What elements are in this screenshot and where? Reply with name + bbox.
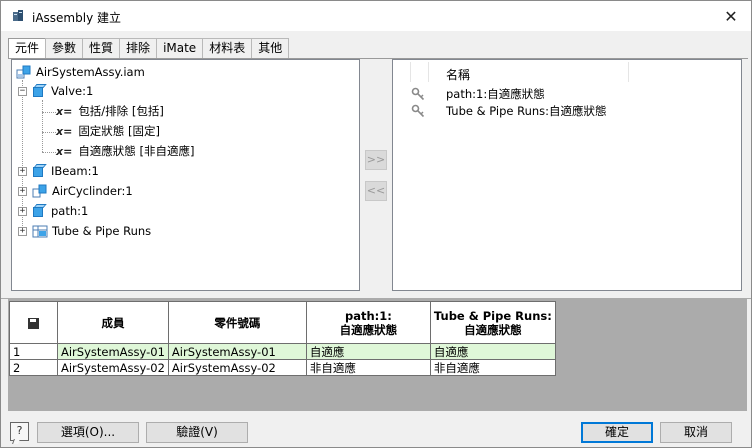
tree-item-valve[interactable]: Valve:1: [32, 82, 93, 100]
part-cube-icon: [32, 84, 47, 98]
options-button[interactable]: 選項(O)...: [37, 422, 139, 443]
grid-corner[interactable]: [9, 301, 58, 344]
tab-properties[interactable]: 性質: [82, 38, 121, 58]
tree-item-label: Valve:1: [51, 84, 94, 98]
tree-item-label: Tube & Pipe Runs: [52, 224, 152, 238]
tree-item-root[interactable]: AirSystemAssy.iam: [16, 63, 145, 81]
assembly-icon: [16, 65, 31, 79]
grid-header-member[interactable]: 成員: [57, 301, 169, 344]
table-row[interactable]: 1 AirSystemAssy-01 AirSystemAssy-01 自適應 …: [9, 343, 556, 360]
tree-item-label: 固定狀態 [固定]: [78, 124, 160, 138]
tree-line: [42, 100, 43, 152]
cell-member[interactable]: AirSystemAssy-01: [57, 343, 169, 360]
list-header: 名稱: [393, 62, 741, 82]
tree-line: [42, 152, 56, 153]
collapse-icon[interactable]: −: [18, 87, 27, 96]
grid-header-tube-adaptive[interactable]: Tube & Pipe Runs: 自適應狀態: [429, 301, 556, 344]
list-column-name[interactable]: 名稱: [446, 66, 470, 83]
verify-button[interactable]: 驗證(V): [146, 422, 248, 443]
tree-item-adaptive-status[interactable]: x= 自適應狀態 [非自適應]: [56, 142, 194, 160]
list-item[interactable]: Tube & Pipe Runs:自適應狀態: [393, 102, 741, 120]
grid-header-path-adaptive[interactable]: path:1: 自適應狀態: [305, 301, 431, 344]
member-grid[interactable]: 成員 零件號碼 path:1: 自適應狀態 Tube & Pipe Runs: …: [9, 301, 556, 376]
tree-item-label: 包括/排除 [包括]: [78, 104, 164, 118]
table-columns-list[interactable]: 名稱 path:1:自適應狀態 Tube & Pipe Runs:自適應狀態: [392, 59, 742, 291]
parameter-icon: x=: [56, 104, 73, 118]
tree-item-grounded-status[interactable]: x= 固定狀態 [固定]: [56, 122, 160, 140]
row-index[interactable]: 1: [9, 343, 58, 360]
tab-parameters[interactable]: 參數: [45, 38, 84, 58]
tab-other[interactable]: 其他: [251, 38, 290, 58]
tab-strip: 元件 參數 性質 排除 iMate 材料表 其他: [8, 38, 290, 59]
part-cube-icon: [32, 204, 47, 218]
dialog-window: iAssembly 建立 ✕ 元件 參數 性質 排除 iMate 材料表 其他 …: [0, 0, 752, 448]
tab-imate[interactable]: iMate: [156, 38, 204, 58]
tree-item-label: IBeam:1: [51, 164, 99, 178]
expand-icon[interactable]: +: [18, 227, 27, 236]
subassembly-icon: [32, 184, 47, 198]
cell-path-adaptive[interactable]: 非自適應: [305, 359, 431, 376]
tree-item-label: AirCyclinder:1: [52, 184, 133, 198]
table-row[interactable]: 2 AirSystemAssy-02 AirSystemAssy-02 非自適應…: [9, 359, 556, 376]
grid-header-row: 成員 零件號碼 path:1: 自適應狀態 Tube & Pipe Runs: …: [9, 301, 556, 344]
cell-path-adaptive[interactable]: 自適應: [305, 343, 431, 360]
cell-part-number[interactable]: AirSystemAssy-01: [167, 343, 307, 360]
list-item[interactable]: path:1:自適應狀態: [393, 85, 741, 103]
key-icon: [411, 104, 425, 118]
list-item-label: path:1:自適應狀態: [446, 87, 545, 101]
window-title: iAssembly 建立: [32, 11, 121, 25]
tree-item-include-exclude[interactable]: x= 包括/排除 [包括]: [56, 102, 164, 120]
tree-item-label: 自適應狀態 [非自適應]: [78, 144, 195, 158]
title-bar: iAssembly 建立 ✕: [1, 1, 751, 31]
grid-header-part-number[interactable]: 零件號碼: [167, 301, 307, 344]
parameter-icon: x=: [56, 124, 73, 138]
tab-bom[interactable]: 材料表: [202, 38, 253, 58]
add-to-table-button[interactable]: >>: [365, 150, 387, 170]
cell-member[interactable]: AirSystemAssy-02: [57, 359, 169, 376]
part-cube-icon: [32, 164, 47, 178]
close-icon[interactable]: ✕: [711, 1, 751, 31]
component-tree[interactable]: AirSystemAssy.iam − Valve:1 x= 包括/排除 [包括…: [11, 59, 360, 291]
tree-item-label: path:1: [51, 204, 89, 218]
save-icon: [28, 317, 39, 329]
tree-item-aircylinder[interactable]: AirCyclinder:1: [32, 182, 133, 200]
key-icon: [411, 87, 425, 101]
expand-icon[interactable]: +: [18, 187, 27, 196]
expand-icon[interactable]: +: [18, 207, 27, 216]
list-item-label: Tube & Pipe Runs:自適應狀態: [446, 104, 607, 118]
cell-part-number[interactable]: AirSystemAssy-02: [167, 359, 307, 376]
help-icon[interactable]: ?: [10, 422, 29, 441]
tree-root-label: AirSystemAssy.iam: [36, 65, 145, 79]
parameter-icon: x=: [56, 144, 73, 158]
cell-tube-adaptive[interactable]: 非自適應: [429, 359, 556, 376]
expand-icon[interactable]: +: [18, 167, 27, 176]
cell-tube-adaptive[interactable]: 自適應: [429, 343, 556, 360]
tree-line: [42, 112, 56, 113]
row-index[interactable]: 2: [9, 359, 58, 376]
ok-button[interactable]: 確定: [581, 422, 653, 443]
tree-item-tube-pipe-runs[interactable]: Tube & Pipe Runs: [32, 222, 151, 240]
inventor-app-icon: [13, 10, 23, 21]
remove-from-table-button[interactable]: <<: [365, 181, 387, 201]
tab-components[interactable]: 元件: [8, 38, 47, 59]
tube-pipe-icon: [32, 225, 48, 238]
tab-suppression[interactable]: 排除: [119, 38, 158, 58]
cancel-button[interactable]: 取消: [660, 422, 732, 443]
tree-line: [42, 132, 56, 133]
tree-item-path[interactable]: path:1: [32, 202, 88, 220]
tree-item-ibeam[interactable]: IBeam:1: [32, 162, 99, 180]
